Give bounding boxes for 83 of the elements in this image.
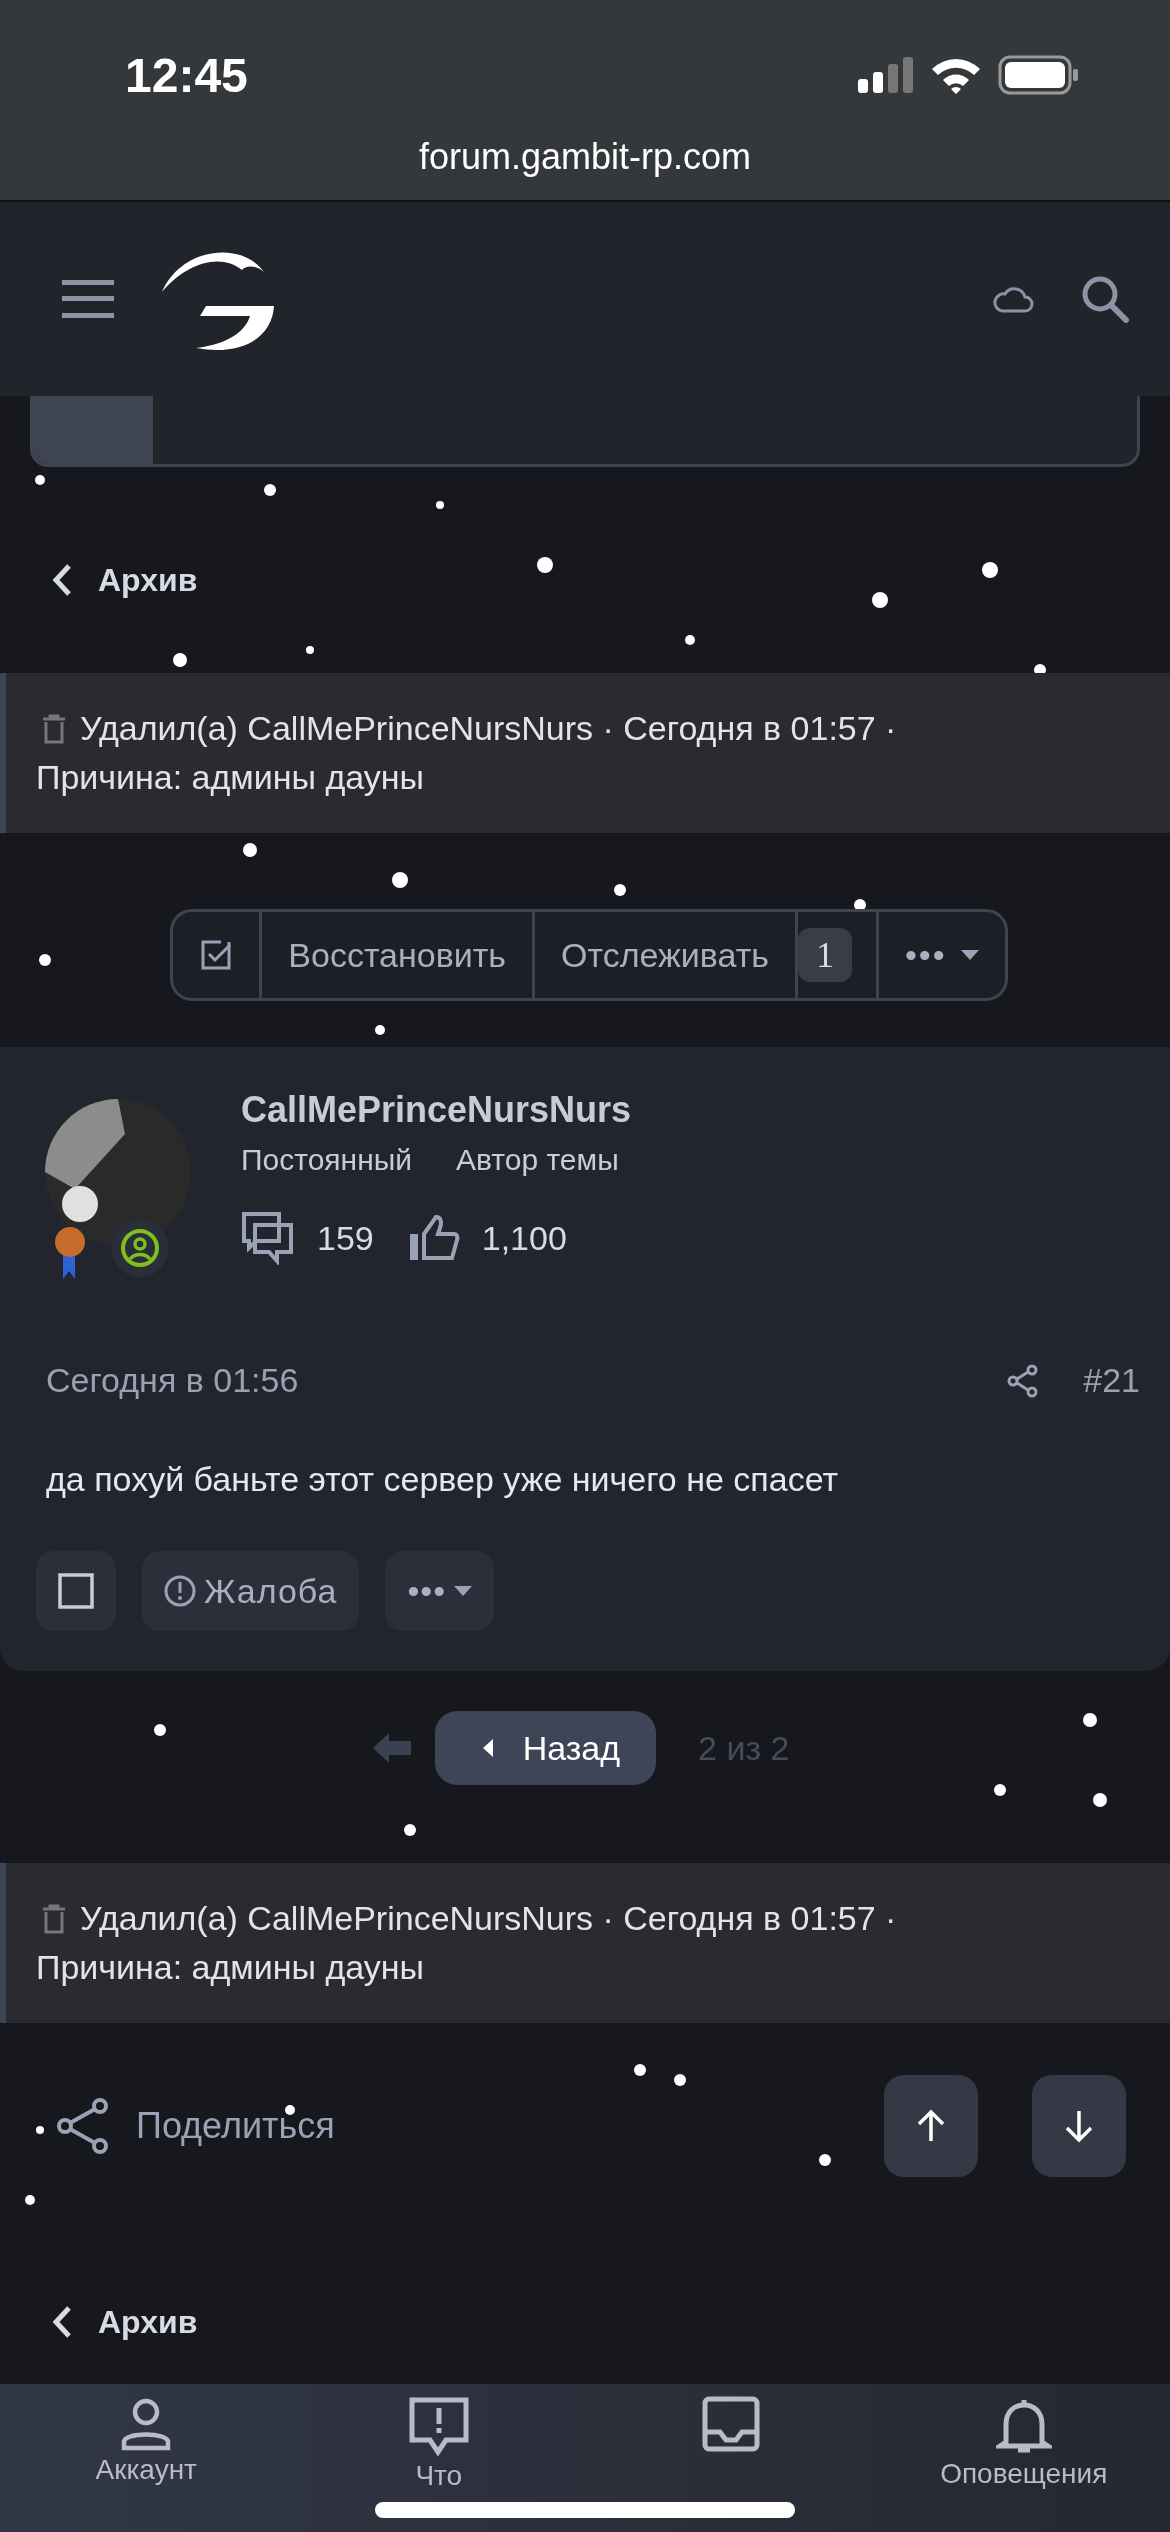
breadcrumb-link[interactable]: Архив <box>98 2303 198 2341</box>
snowflake <box>819 2154 831 2166</box>
battery-icon <box>998 55 1080 95</box>
snowflake <box>982 562 998 578</box>
cloud-icon[interactable] <box>992 284 1034 314</box>
snowflake <box>25 2195 35 2205</box>
message-count: 159 <box>317 1218 374 1258</box>
snowflake <box>685 635 695 645</box>
snowflake <box>994 1784 1006 1796</box>
alert-message-icon <box>407 2396 470 2458</box>
snowflake <box>404 1824 416 1836</box>
share-link[interactable]: Поделиться <box>136 2105 335 2147</box>
arrow-up-icon <box>916 2109 946 2143</box>
inbox-icon <box>702 2396 761 2452</box>
user-title: Постоянный <box>241 1143 413 1177</box>
tab-label: Аккаунт <box>95 2454 197 2486</box>
deletion-info: Удалил(а) CallMePrinceNursNurs · Сегодня в 01:57 · <box>80 1899 897 1938</box>
deletion-info: Удалил(а) CallMePrinceNursNurs · Сегодня в 01:57 · <box>80 709 897 748</box>
checkbox-tick-icon <box>199 938 234 972</box>
like-count: 1,100 <box>481 1218 567 1258</box>
snowflake <box>674 2074 686 2086</box>
signal-icon <box>858 57 914 93</box>
author-role: Автор темы <box>456 1143 619 1177</box>
trash-icon <box>42 713 66 744</box>
back-button[interactable]: Назад <box>434 1711 657 1785</box>
caret-icon <box>960 950 979 960</box>
snowflake <box>1083 1713 1097 1727</box>
post-time[interactable]: Сегодня в 01:56 <box>46 1361 299 1400</box>
scroll-up-button[interactable] <box>884 2075 978 2177</box>
snowflake <box>36 2126 44 2134</box>
arrow-down-icon <box>1064 2109 1094 2143</box>
tab-label: Что <box>415 2460 463 2492</box>
wifi-icon <box>930 56 982 94</box>
snowflake <box>243 843 257 857</box>
caret-icon <box>454 1586 473 1596</box>
tab-item[interactable]: Что <box>292 2396 585 2492</box>
restore-button[interactable]: Восстановить <box>262 912 536 998</box>
watch-count: 1 <box>797 928 852 982</box>
messages-icon <box>241 1211 295 1265</box>
post-more-button[interactable]: ••• <box>385 1551 495 1631</box>
status-time: 12:45 <box>125 47 248 103</box>
deletion-reason: Причина: админы дауны <box>36 758 425 797</box>
chevron-left-icon <box>52 2305 72 2339</box>
thumbs-up-icon <box>407 1214 460 1262</box>
snowflake <box>436 501 444 509</box>
snowflake <box>872 592 888 608</box>
snowflake <box>614 884 626 896</box>
snowflake <box>375 1025 385 1035</box>
deletion-reason: Причина: админы дауны <box>36 1948 425 1987</box>
breadcrumb-link[interactable]: Архив <box>98 561 198 599</box>
alert-icon <box>164 1575 196 1607</box>
snowflake <box>173 653 187 667</box>
scroll-down-button[interactable] <box>1032 2075 1126 2177</box>
tab-item[interactable]: Аккаунт <box>0 2396 293 2486</box>
checkbox-square-icon <box>58 1573 94 1609</box>
snowflake <box>264 484 276 496</box>
snowflake <box>35 475 45 485</box>
medal-icon <box>53 1225 87 1281</box>
trash-icon <box>42 1903 66 1934</box>
chevron-left-icon <box>52 563 72 597</box>
post-text: да похуй баньте этот сервер уже ничего не спасет <box>46 1460 839 1499</box>
more-button[interactable]: ••• <box>875 912 1005 998</box>
share-icon[interactable] <box>1007 1363 1040 1398</box>
snowflake <box>1093 1793 1107 1807</box>
share-icon[interactable] <box>56 2097 110 2155</box>
search-icon[interactable] <box>1080 274 1130 324</box>
author-name[interactable]: CallMePrinceNursNurs <box>241 1089 632 1131</box>
snowflake <box>634 2064 646 2076</box>
caret-left-icon <box>482 1739 493 1757</box>
tab-label: Оповещения <box>940 2458 1108 2490</box>
snowflake <box>306 646 314 654</box>
post-number[interactable]: #21 <box>1083 1361 1140 1400</box>
select-checkbox[interactable] <box>36 1551 116 1631</box>
snowflake <box>154 1724 166 1736</box>
page-position: 2 из 2 <box>698 1728 790 1768</box>
snowflake <box>537 557 553 573</box>
snowflake <box>39 954 51 966</box>
report-button[interactable]: Жалоба <box>142 1551 360 1631</box>
snowflake <box>392 872 408 888</box>
url-text[interactable]: forum.gambit-rp.com <box>418 136 752 178</box>
menu-icon[interactable] <box>62 280 114 318</box>
tab-item[interactable]: Оповещения <box>877 2396 1170 2490</box>
online-status-icon <box>111 1219 169 1277</box>
